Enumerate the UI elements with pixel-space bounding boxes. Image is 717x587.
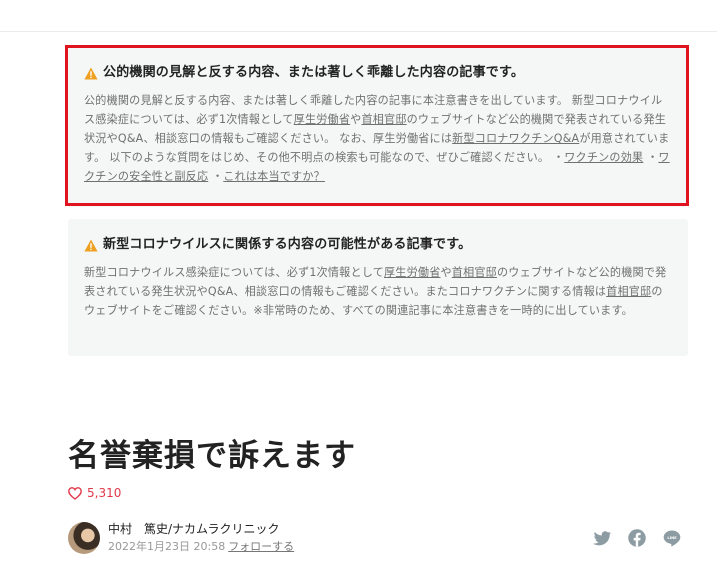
kantei-link[interactable]: 首相官邸 — [361, 113, 406, 126]
svg-text:LINE: LINE — [667, 536, 677, 540]
top-divider — [0, 31, 717, 32]
notice-text: 新型コロナウイルス感染症については、必ず1次情報として — [84, 266, 385, 279]
notice-text: や — [350, 113, 362, 126]
avatar[interactable] — [68, 522, 100, 554]
covid-notice: 新型コロナウイルスに関係する内容の可能性がある記事です。 新型コロナウイルス感染… — [68, 219, 688, 356]
notice-body: 新型コロナウイルス感染症については、必ず1次情報として厚生労働省や首相官邸のウェ… — [84, 263, 672, 320]
like-button[interactable]: 5,310 — [68, 486, 121, 500]
publish-info: 2022年1月23日 20:58 フォローする — [108, 538, 294, 556]
author-meta: 中村 篤史/ナカムラクリニック 2022年1月23日 20:58 フォローする — [108, 520, 294, 556]
mhlw-link[interactable]: 厚生労働省 — [384, 266, 440, 279]
publish-date: 2022年1月23日 20:58 — [108, 540, 226, 553]
notice-title-text: 公的機関の見解と反する内容、または著しく乖離した内容の記事です。 — [103, 65, 525, 80]
notice-text: ・ — [643, 151, 659, 164]
share-icons: LINE — [592, 528, 682, 548]
author-name[interactable]: 中村 篤史/ナカムラクリニック — [108, 520, 294, 538]
mhlw-link[interactable]: 厚生労働省 — [294, 113, 350, 126]
vaccine-effect-link[interactable]: ワクチンの効果 — [564, 151, 643, 164]
follow-link[interactable]: フォローする — [228, 540, 294, 553]
vaccine-qa-link[interactable]: 新型コロナワクチンQ&A — [452, 132, 579, 145]
warning-icon — [84, 67, 98, 79]
misinformation-notice: 公的機関の見解と反する内容、または著しく乖離した内容の記事です。 公的機関の見解… — [68, 47, 688, 207]
notice-text: ・ — [208, 170, 224, 183]
notice-text: や — [440, 266, 452, 279]
like-count: 5,310 — [87, 486, 122, 500]
twitter-icon[interactable] — [592, 528, 612, 548]
heart-icon — [68, 486, 82, 500]
is-this-true-link[interactable]: これは本当ですか？ — [223, 170, 325, 183]
kantei-link-2[interactable]: 首相官邸 — [606, 285, 651, 298]
line-icon[interactable]: LINE — [662, 528, 682, 548]
author-row: 中村 篤史/ナカムラクリニック 2022年1月23日 20:58 フォローする — [68, 520, 294, 556]
kantei-link[interactable]: 首相官邸 — [452, 266, 497, 279]
article-title: 名誉棄損で訴えます — [68, 438, 356, 474]
facebook-icon[interactable] — [627, 528, 647, 548]
warning-icon — [84, 239, 98, 251]
notice-title: 新型コロナウイルスに関係する内容の可能性がある記事です。 — [84, 236, 672, 254]
notice-body: 公的機関の見解と反する内容、または著しく乖離した内容の記事に本注意書きを出してい… — [84, 91, 672, 186]
notice-title-text: 新型コロナウイルスに関係する内容の可能性がある記事です。 — [103, 237, 472, 252]
notice-title: 公的機関の見解と反する内容、または著しく乖離した内容の記事です。 — [84, 64, 672, 82]
